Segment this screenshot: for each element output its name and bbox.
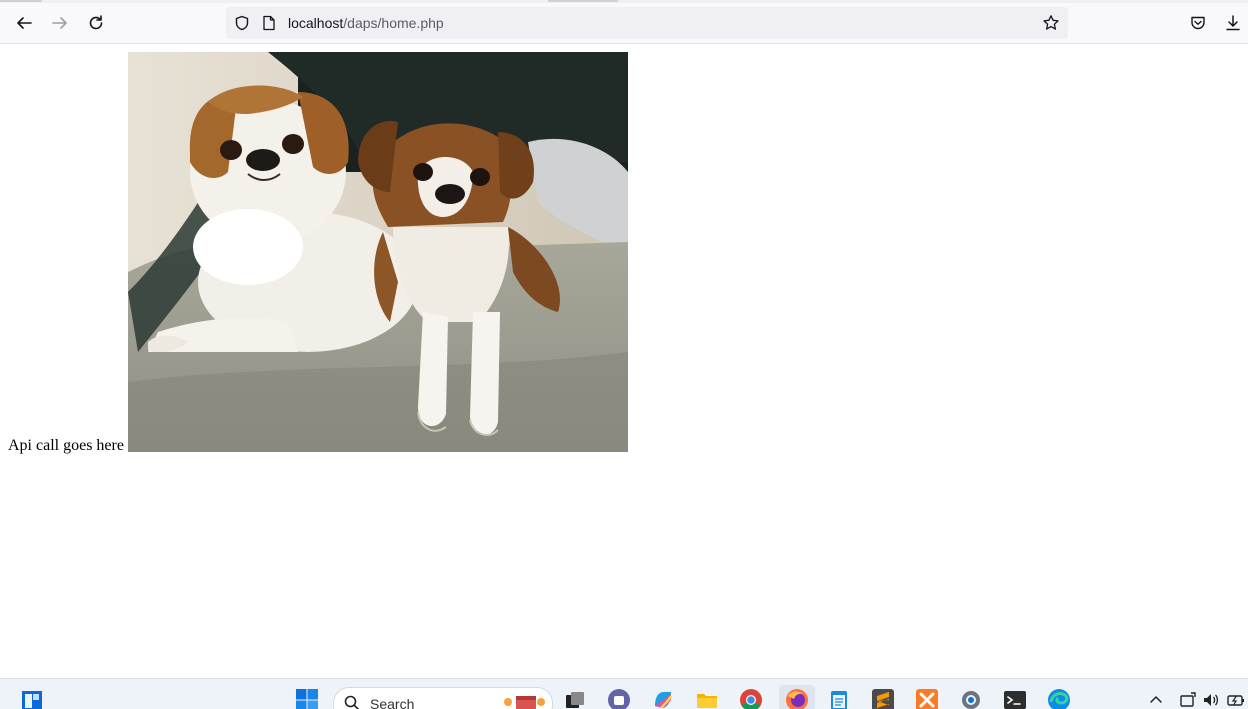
teams-button[interactable] — [607, 688, 631, 709]
edge-icon — [1047, 688, 1071, 709]
back-button[interactable] — [10, 9, 38, 37]
volume-icon — [1202, 691, 1220, 709]
search-label: Search — [370, 696, 414, 709]
battery-button[interactable] — [1224, 688, 1248, 709]
start-icon — [295, 688, 319, 709]
chrome-button[interactable] — [739, 688, 763, 709]
volume-button[interactable] — [1199, 688, 1223, 709]
edge-button[interactable] — [1047, 688, 1071, 709]
network-button[interactable] — [1176, 688, 1200, 709]
downloads-button[interactable] — [1219, 9, 1247, 37]
settings-button[interactable] — [959, 688, 983, 709]
widgets-icon — [20, 689, 44, 709]
task-view-button[interactable] — [563, 688, 587, 709]
taskbar-search[interactable]: Search — [333, 687, 553, 709]
forward-arrow-icon — [51, 14, 69, 32]
download-icon — [1224, 14, 1242, 32]
copilot-icon — [651, 688, 675, 709]
back-arrow-icon — [15, 14, 33, 32]
url-text[interactable]: localhost/daps/home.php — [288, 15, 444, 31]
notepad-button[interactable] — [827, 688, 851, 709]
teams-icon — [607, 688, 631, 709]
page-icon[interactable] — [262, 15, 276, 31]
search-icon — [344, 695, 360, 709]
xampp-button[interactable] — [915, 688, 939, 709]
shield-icon[interactable] — [234, 15, 250, 31]
pocket-icon — [1189, 14, 1207, 32]
battery-icon — [1227, 691, 1245, 709]
url-path: /daps/home.php — [343, 15, 443, 31]
star-icon[interactable] — [1042, 14, 1060, 32]
tab-edge-left — [0, 0, 42, 2]
task-view-icon — [563, 688, 587, 709]
dog-photo — [128, 52, 628, 452]
sublime-button[interactable] — [871, 688, 895, 709]
start-button[interactable] — [295, 688, 319, 709]
terminal-icon — [1003, 688, 1027, 709]
dog-photo-image — [128, 52, 628, 452]
notepad-icon — [827, 688, 851, 709]
copilot-button[interactable] — [651, 688, 675, 709]
api-call-text: Api call goes here — [8, 437, 124, 455]
reload-button[interactable] — [82, 9, 110, 37]
terminal-button[interactable] — [1003, 688, 1027, 709]
reload-icon — [87, 14, 105, 32]
file-explorer-icon — [695, 688, 719, 709]
page-content: Api call goes here — [0, 44, 1248, 678]
browser-toolbar: localhost/daps/home.php — [0, 3, 1248, 44]
address-bar[interactable]: localhost/daps/home.php — [226, 7, 1068, 39]
tab-edge-center — [548, 0, 618, 2]
firefox-button[interactable] — [779, 685, 815, 709]
sublime-icon — [871, 688, 895, 709]
pocket-button[interactable] — [1184, 9, 1212, 37]
widgets-button[interactable] — [20, 689, 44, 709]
chrome-icon — [739, 688, 763, 709]
show-hidden-icons-button[interactable] — [1144, 688, 1168, 709]
firefox-icon — [785, 688, 809, 709]
chevron-up-icon — [1149, 693, 1163, 707]
network-icon — [1179, 691, 1197, 709]
url-host: localhost — [288, 15, 343, 31]
xampp-icon — [915, 688, 939, 709]
settings-icon — [959, 688, 983, 709]
forward-button[interactable] — [46, 9, 74, 37]
file-explorer-button[interactable] — [695, 688, 719, 709]
search-highlight-icon — [502, 692, 546, 709]
taskbar: Search — [0, 678, 1248, 709]
